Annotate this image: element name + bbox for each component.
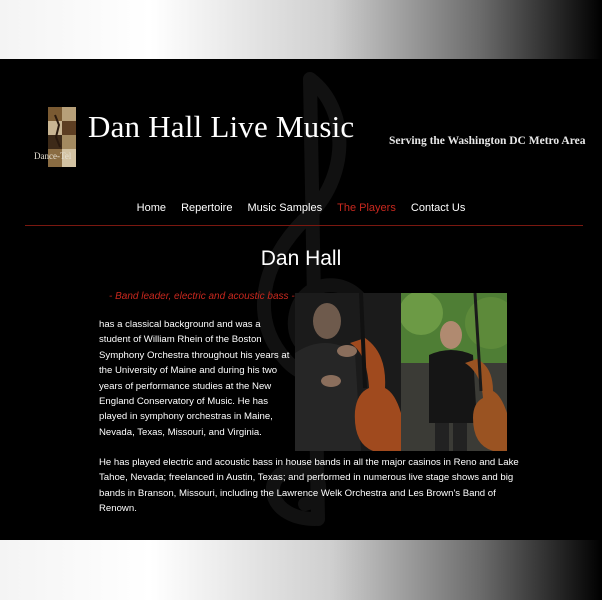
logo-mark: Dance-Tel bbox=[34, 107, 76, 167]
player-photo-outdoor bbox=[401, 293, 507, 451]
bio-paragraph-2: He has played electric and acoustic bass… bbox=[99, 457, 519, 515]
player-role: - Band leader, electric and acoustic bas… bbox=[109, 291, 295, 302]
nav-the-players[interactable]: The Players bbox=[337, 202, 396, 214]
nav-home[interactable]: Home bbox=[137, 202, 166, 214]
page-title: Dan Hall bbox=[260, 247, 342, 270]
page-stage: Dance-Tel Dan Hall Live Music Serving th… bbox=[0, 59, 602, 540]
nav-divider bbox=[25, 225, 583, 226]
site-title[interactable]: Dan Hall Live Music bbox=[88, 109, 354, 145]
bass-player-outdoor-image bbox=[401, 293, 507, 451]
site-tagline: Serving the Washington DC Metro Area bbox=[389, 135, 586, 147]
bottom-gradient-band bbox=[0, 540, 602, 600]
bio-paragraph-1: has a classical background and was a stu… bbox=[99, 319, 290, 438]
site-header: Dance-Tel Dan Hall Live Music Serving th… bbox=[0, 59, 602, 199]
dance-tel-logo[interactable]: Dance-Tel bbox=[34, 107, 78, 169]
player-photo-studio bbox=[295, 293, 401, 451]
main-nav: Home Repertoire Music Samples The Player… bbox=[0, 202, 602, 214]
nav-repertoire[interactable]: Repertoire bbox=[181, 202, 232, 214]
bass-player-image bbox=[295, 293, 401, 451]
nav-music-samples[interactable]: Music Samples bbox=[248, 202, 323, 214]
nav-contact-us[interactable]: Contact Us bbox=[411, 202, 465, 214]
svg-text:Dance-Tel: Dance-Tel bbox=[34, 151, 72, 161]
